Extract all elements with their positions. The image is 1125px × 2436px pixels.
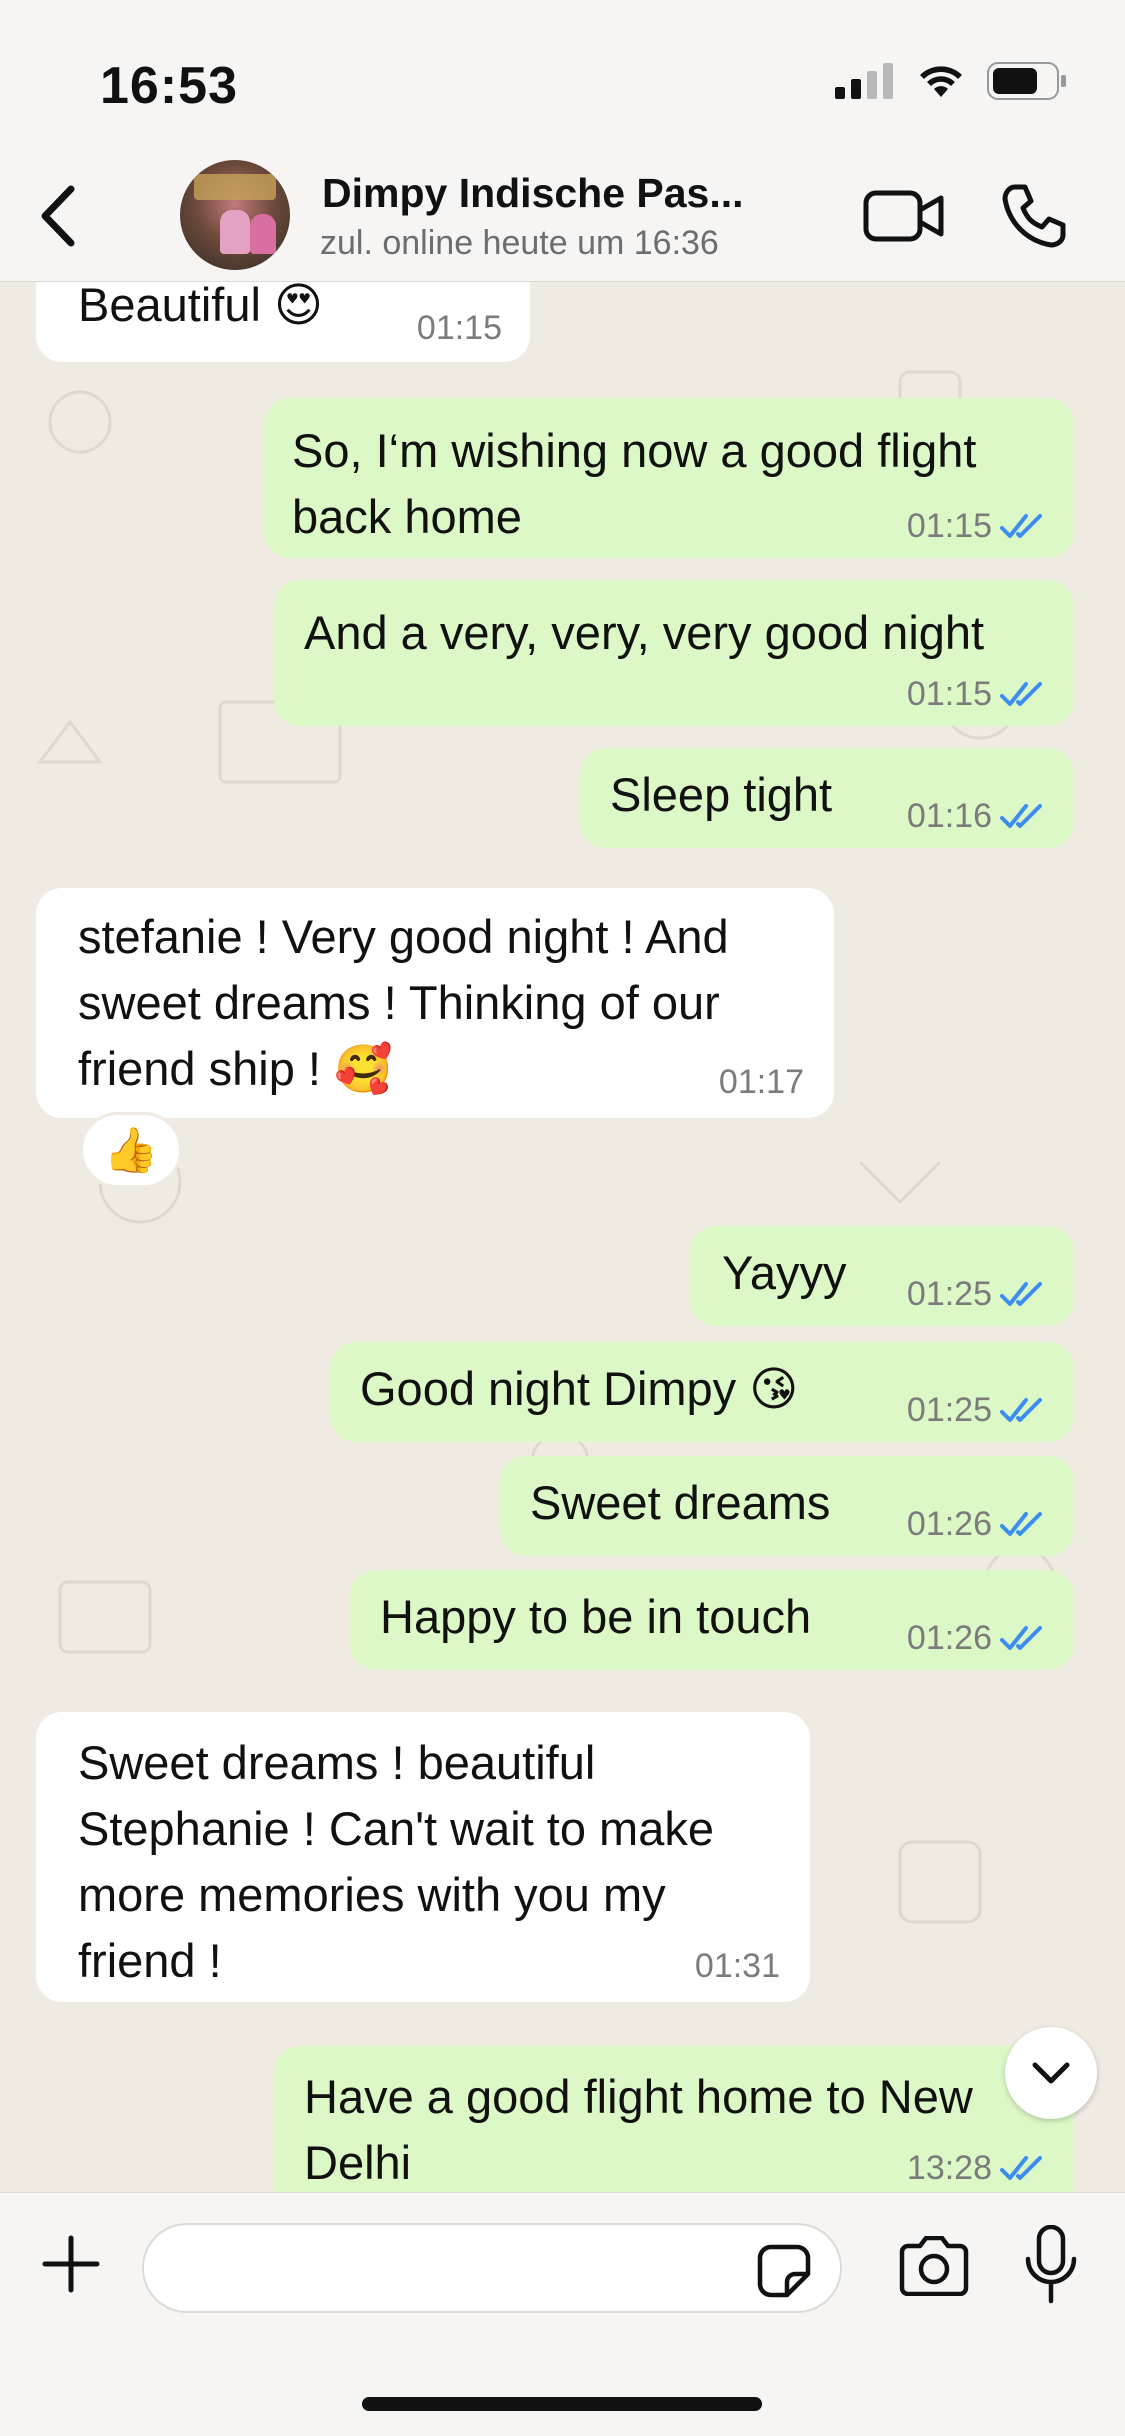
camera-icon xyxy=(899,2236,969,2296)
read-receipt-icon xyxy=(1000,2156,1042,2180)
message-outgoing[interactable]: Good night Dimpy 😘 01:25 xyxy=(330,1342,1074,1442)
message-outgoing[interactable]: And a very, very, very good night 01:15 xyxy=(274,580,1074,726)
message-time: 01:15 xyxy=(907,674,1046,714)
message-time: 01:26 xyxy=(907,1504,1046,1544)
message-reaction[interactable]: 👍 xyxy=(80,1112,182,1188)
message-text: Sweet dreams ! beautiful Stephanie ! Can… xyxy=(78,1736,714,1987)
status-time: 16:53 xyxy=(100,57,238,115)
home-indicator[interactable] xyxy=(362,2397,762,2411)
message-incoming[interactable]: Sweet dreams ! beautiful Stephanie ! Can… xyxy=(36,1712,810,2002)
chat-area[interactable]: Beautiful 😍 01:15 So, I‘m wishing now a … xyxy=(0,282,1125,2192)
chevron-down-icon xyxy=(1032,2062,1070,2084)
message-input[interactable] xyxy=(174,2243,754,2297)
message-time: 01:25 xyxy=(907,1390,1046,1430)
read-receipt-icon xyxy=(1000,1398,1042,1422)
message-text: And a very, very, very good night xyxy=(304,606,985,659)
cellular-signal-icon xyxy=(835,63,893,99)
message-time: 01:16 xyxy=(907,796,1046,836)
voice-call-button[interactable] xyxy=(996,178,1072,254)
phone-icon xyxy=(1002,184,1066,248)
chevron-left-icon xyxy=(41,185,75,247)
message-time: 01:26 xyxy=(907,1618,1046,1658)
read-receipt-icon xyxy=(1000,804,1042,828)
scroll-to-bottom-button[interactable] xyxy=(1005,2027,1097,2119)
attach-button[interactable] xyxy=(36,2229,106,2299)
message-time: 13:28 xyxy=(907,2148,1046,2188)
read-receipt-icon xyxy=(1000,514,1042,538)
contact-avatar[interactable] xyxy=(180,160,290,270)
read-receipt-icon xyxy=(1000,1512,1042,1536)
message-outgoing[interactable]: So, I‘m wishing now a good flight back h… xyxy=(264,398,1074,558)
message-outgoing[interactable]: Happy to be in touch 01:26 xyxy=(350,1570,1074,1670)
back-button[interactable] xyxy=(22,178,92,254)
read-receipt-icon xyxy=(1000,682,1042,706)
message-incoming[interactable]: stefanie ! Very good night ! And sweet d… xyxy=(36,888,834,1118)
read-receipt-icon xyxy=(1000,1626,1042,1650)
message-time: 01:17 xyxy=(718,1063,804,1101)
message-text: stefanie ! Very good night ! And sweet d… xyxy=(78,910,729,1095)
video-call-button[interactable] xyxy=(862,180,946,252)
composer-bar xyxy=(0,2192,1125,2436)
chat-header: Dimpy Indische Pas... zul. online heute … xyxy=(0,150,1125,282)
sticker-button[interactable] xyxy=(756,2243,812,2299)
message-input-wrapper xyxy=(142,2223,842,2313)
contact-last-seen: zul. online heute um 16:36 xyxy=(320,224,719,262)
camera-button[interactable] xyxy=(896,2231,972,2301)
message-outgoing[interactable]: Sleep tight 01:16 xyxy=(580,748,1074,848)
sticker-icon xyxy=(757,2244,811,2298)
message-time: 01:31 xyxy=(694,1947,780,1985)
message-outgoing[interactable]: Sweet dreams 01:26 xyxy=(500,1456,1074,1556)
read-receipt-icon xyxy=(1000,1282,1042,1306)
status-bar: 16:53 xyxy=(0,0,1125,150)
microphone-icon xyxy=(1025,2225,1077,2304)
plus-icon xyxy=(42,2235,100,2293)
message-outgoing[interactable]: Yayyy 01:25 xyxy=(690,1226,1074,1326)
status-icons xyxy=(835,62,1067,100)
message-text: Have a good flight home to New Delhi xyxy=(304,2070,973,2189)
wifi-icon xyxy=(920,66,962,97)
message-incoming[interactable]: Beautiful 😍 01:15 xyxy=(36,282,530,362)
contact-name[interactable]: Dimpy Indische Pas... xyxy=(322,170,744,217)
message-time: 01:15 xyxy=(416,309,502,347)
video-camera-icon xyxy=(863,190,944,242)
message-time: 01:25 xyxy=(907,1274,1046,1314)
message-outgoing[interactable]: Have a good flight home to New Delhi 13:… xyxy=(274,2046,1074,2192)
battery-icon xyxy=(987,62,1066,100)
message-time: 01:15 xyxy=(907,506,1046,546)
microphone-button[interactable] xyxy=(1020,2223,1082,2307)
